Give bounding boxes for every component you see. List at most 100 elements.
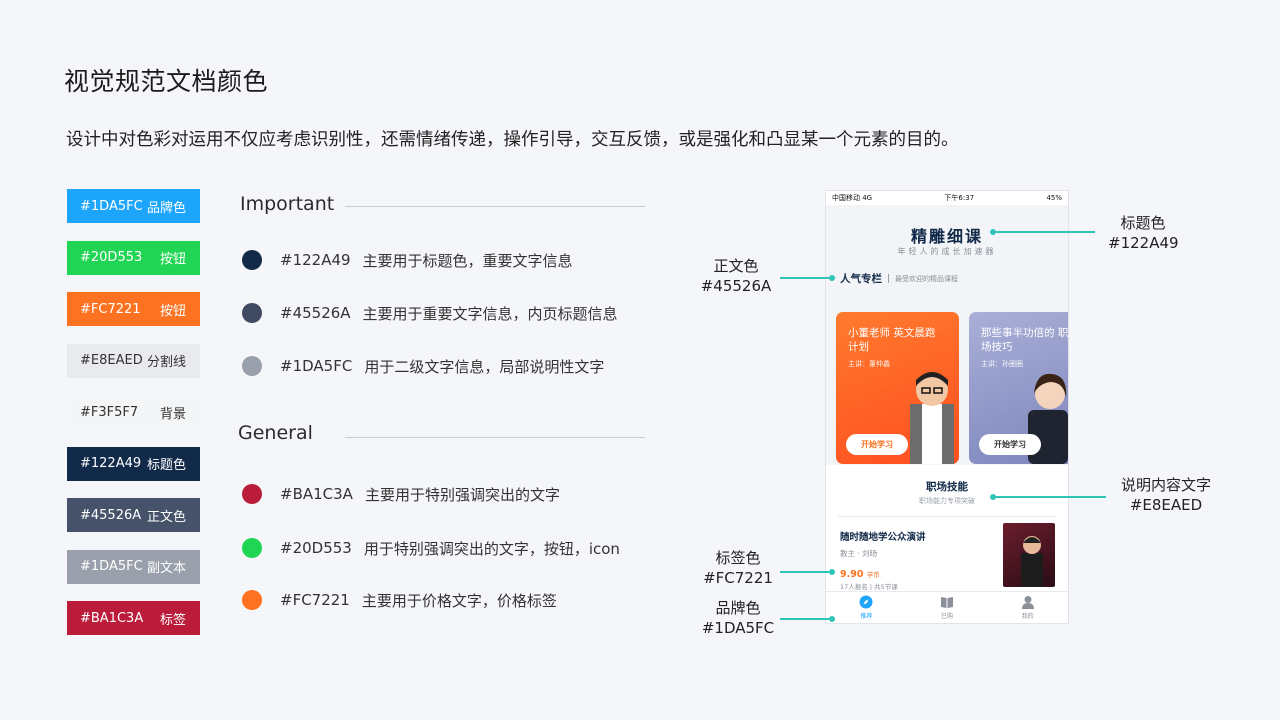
item-desc: 主要用于标题色，重要文字信息 (362, 251, 573, 270)
swatch-label: 背景 (159, 406, 186, 422)
important-item: #122A49 主要用于标题色，重要文字信息 (242, 249, 573, 271)
item-desc: 用于二级文字信息，局部说明性文字 (364, 357, 605, 376)
callout-title-color: 标题色 #122A49 (1108, 213, 1179, 253)
course-thumbnail (1003, 523, 1055, 587)
swatch-hex: #1DA5FC (80, 198, 143, 214)
callout-body-color: 正文色 #45526A (700, 256, 772, 296)
status-bar: 中国移动 4G 下午6:37 45% (826, 191, 1068, 205)
callout-dot (829, 616, 835, 622)
swatch-hex: #BA1C3A (80, 610, 144, 626)
book-icon (941, 597, 953, 608)
callout-label: 正文色 (713, 257, 759, 275)
swatch-hex: #F3F5F7 (80, 404, 139, 420)
callout-line (780, 277, 832, 279)
phone-mockup: 中国移动 4G 下午6:37 45% 精雕细课 年轻人的成长加速器 人气专栏 最… (825, 190, 1069, 624)
swatch-hex: #45526A (80, 507, 142, 523)
skill-section-header: 职场技能 职场能力专项突破 (826, 465, 1068, 506)
item-desc: 主要用于重要文字信息，内页标题信息 (362, 304, 618, 323)
callout-hex: #1DA5FC (701, 619, 775, 637)
callout-hex: #FC7221 (703, 569, 773, 587)
start-learning-button[interactable]: 开始学习 (979, 434, 1041, 455)
tab-bar: 推荐 已购 我的 (826, 591, 1068, 623)
general-item: #BA1C3A 主要用于特别强调突出的文字 (242, 483, 560, 505)
callout-tag-color: 标签色 #FC7221 (700, 548, 776, 588)
swatch-label: 按钮 (159, 303, 186, 319)
item-hex: #122A49 (280, 251, 351, 269)
page-title: 视觉规范文档颜色 (64, 67, 269, 96)
color-dot (242, 303, 262, 323)
speaker-photo-icon (1021, 536, 1043, 587)
item-hex: #FC7221 (280, 591, 350, 609)
swatch-secondary: #1DA5FC 副文本 (67, 549, 200, 584)
swatch-hex: #1DA5FC (80, 559, 143, 574)
color-dot (242, 484, 262, 504)
item-desc: 主要用于价格文字，价格标签 (361, 591, 557, 610)
start-learning-button[interactable]: 开始学习 (846, 434, 908, 455)
callout-desc-text: 说明内容文字 #E8EAED (1116, 475, 1216, 515)
color-dot (242, 538, 262, 558)
app-title: 精雕细课 (910, 227, 983, 246)
general-heading: General (238, 422, 313, 444)
item-hex: #45526A (280, 304, 351, 322)
tab-label: 已购 (941, 613, 954, 620)
swatch-divider: #E8EAED 分割线 (67, 343, 200, 378)
callout-dot (829, 275, 835, 281)
general-item: #FC7221 主要用于价格文字，价格标签 (242, 589, 557, 611)
column-desc: 最受欢迎的精品课程 (895, 274, 958, 283)
general-item: #20D553 用于特别强调突出的文字，按钮，icon (242, 537, 620, 559)
tab-label: 推荐 (860, 613, 873, 620)
course-card-english[interactable]: 小董老师 英文晨跑计划 主讲：董仲蠡 开始学习 (836, 312, 959, 464)
tab-mine[interactable]: 我的 (987, 592, 1068, 623)
callout-brand-color: 品牌色 #1DA5FC (700, 598, 776, 638)
swatch-button-orange: #FC7221 按钮 (67, 292, 200, 326)
important-item: #45526A 主要用于重要文字信息，内页标题信息 (242, 302, 618, 324)
user-icon (1021, 596, 1034, 609)
swatch-label: 品牌色 (146, 200, 186, 216)
callout-dot (829, 569, 835, 575)
callout-label: 标签色 (715, 549, 761, 567)
column-name: 人气专栏 (840, 273, 882, 285)
tab-recommend[interactable]: 推荐 (826, 592, 907, 623)
skill-subtitle: 职场能力专项突破 (919, 497, 975, 505)
app-slogan: 年轻人的成长加速器 (897, 247, 997, 256)
column-separator (888, 274, 889, 283)
price-unit: 学币 (866, 571, 880, 579)
callout-hex: #45526A (700, 277, 772, 295)
swatch-label: 标题色 (146, 458, 186, 473)
callout-hex: #E8EAED (1129, 496, 1203, 514)
callout-line (993, 496, 1106, 498)
swatch-label: 副文本 (146, 561, 186, 576)
swatch-label: 正文色 (146, 509, 186, 525)
swatch-hex: #20D553 (80, 250, 143, 265)
item-desc: 主要用于特别强调突出的文字 (364, 485, 560, 504)
swatch-label: 按钮 (159, 252, 186, 267)
swatch-tag: #BA1C3A 标签 (67, 601, 200, 635)
swatch-button-green: #20D553 按钮 (67, 240, 200, 275)
color-dot (242, 356, 262, 376)
battery-text: 45% (1046, 194, 1062, 202)
general-divider (345, 437, 645, 438)
swatch-label: 标签 (159, 612, 186, 628)
compass-icon (859, 595, 873, 609)
column-header: 人气专栏 最受欢迎的精品课程 (840, 271, 958, 286)
course-card-workplace[interactable]: 那些事半功倍的 职场技巧 主讲：孙圈圈 开始学习 (969, 312, 1068, 464)
swatch-hex: #E8EAED (80, 353, 143, 368)
swatch-title: #122A49 标题色 (67, 446, 200, 481)
tab-purchased[interactable]: 已购 (907, 592, 988, 623)
course-list-item[interactable]: 随时随地学公众演讲 教主 · 刘旸 9.90 学币 17人报名 | 共5节课 (826, 517, 1068, 591)
callout-line (993, 231, 1095, 233)
swatch-hex: #122A49 (80, 456, 142, 471)
swatch-brand: #1DA5FC 品牌色 (67, 189, 200, 223)
status-time: 下午6:37 (944, 194, 975, 202)
hero-section: 精雕细课 年轻人的成长加速器 人气专栏 最受欢迎的精品课程 小董老师 英文晨跑计… (826, 205, 1068, 465)
item-desc: 用于特别强调突出的文字，按钮，icon (363, 539, 620, 558)
callout-hex: #122A49 (1108, 234, 1179, 252)
swatch-hex: #FC7221 (80, 301, 141, 317)
callout-line (780, 571, 832, 573)
price-value: 9.90 (840, 569, 864, 580)
color-swatch-list: #1DA5FC 品牌色 #20D553 按钮 #FC7221 按钮 #E8EAED 分割… (67, 189, 200, 653)
carrier-text: 中国移动 4G (832, 194, 873, 202)
tab-label: 我的 (1021, 613, 1034, 620)
important-heading: Important (240, 193, 335, 215)
swatch-label: 分割线 (146, 355, 186, 370)
